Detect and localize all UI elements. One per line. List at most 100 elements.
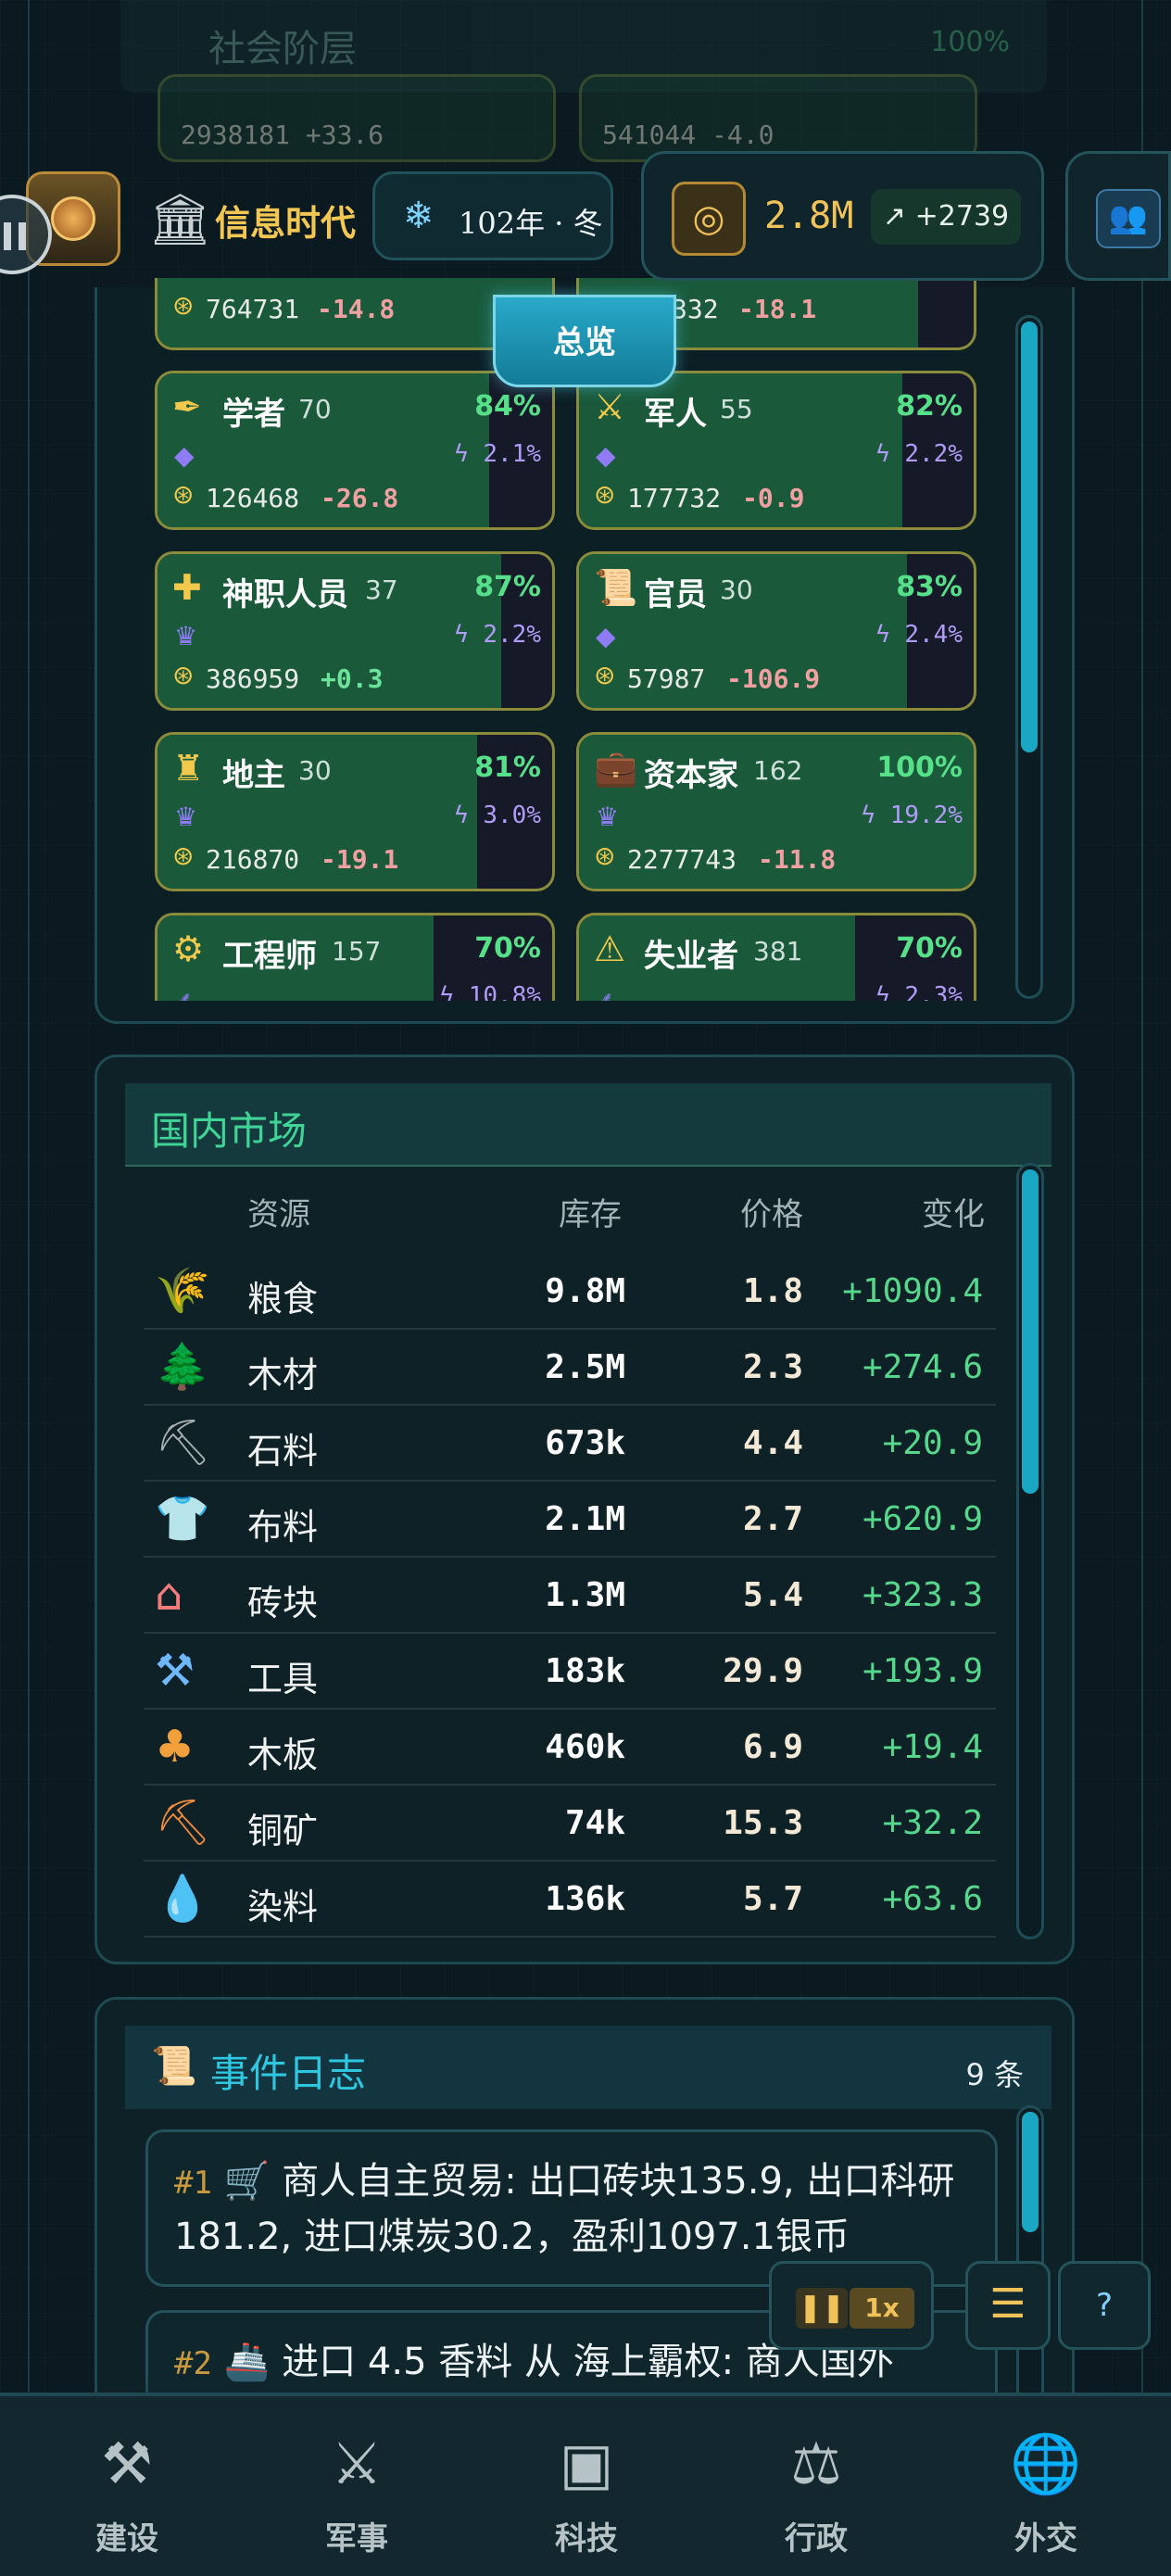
resource-change: +274.6 [862, 1348, 983, 1386]
strata-pop: 30 [298, 755, 332, 786]
era-title[interactable]: 信息时代 [215, 195, 356, 246]
coin-icon: ⊛ [172, 479, 195, 510]
strata-name: 地主 [222, 757, 285, 794]
resource-name: 铜矿 [247, 1811, 319, 1851]
coin-icon: ⊛ [594, 479, 616, 510]
resource-name: 布料 [247, 1507, 319, 1547]
resource-price: 15.3 [723, 1804, 803, 1842]
strata-influence-value: 2.2% [483, 621, 541, 649]
pickaxe-icon: ⛏ [155, 1417, 211, 1469]
resource-stock: 2.5M [545, 1348, 625, 1386]
strata-card[interactable]: ✚ 神职人员 37 87% ♛ ϟ 2.2% ⊛ 386959 +0.3 [155, 551, 555, 711]
market-row[interactable]: ⚒ 工具 183k 29.9 +193.9 [144, 1634, 996, 1710]
resource-change: +63.6 [882, 1880, 983, 1918]
help-icon: ? [1095, 2287, 1114, 2324]
coin-icon: ⊛ [594, 840, 616, 871]
crown-icon: ♛ [596, 802, 620, 832]
resource-price: 4.4 [742, 1424, 803, 1462]
resource-stock: 460k [545, 1728, 625, 1766]
coin-icon: ⊛ [594, 660, 616, 690]
strata-wealth: 57987 [627, 663, 706, 694]
strata-influence: ϟ 3.0% [454, 802, 541, 829]
strata-wealth: 126468 [206, 483, 300, 513]
menu-button[interactable]: ☰ [965, 2261, 1051, 2350]
resource-stock: 1.3M [545, 1576, 625, 1614]
coins-icon: ◎ [672, 182, 746, 256]
strata-influence: ϟ 10.8% [439, 982, 541, 1001]
gem-icon: ◆ [596, 621, 616, 651]
event-log-count: 9 条 [965, 2057, 1024, 2092]
feather-icon: ✒ [172, 386, 202, 427]
col-price: 价格 [740, 1196, 803, 1233]
date-season[interactable]: ❄ 102年 · 冬 [372, 171, 613, 260]
strata-name: 军人 [644, 396, 707, 433]
strata-influence: ϟ 2.1% [454, 440, 541, 468]
market-row[interactable]: ⌂ 砖块 1.3M 5.4 +323.3 [144, 1558, 996, 1634]
treasury-delta-value: +2739 [914, 200, 1010, 233]
gem-icon: ◆ [174, 440, 195, 471]
strata-card[interactable]: ⚙ 工程师 157 70% ⸙ ϟ 10.8% ⊛ [155, 913, 555, 1001]
scrollbar-thumb[interactable] [1021, 322, 1038, 752]
scrollbar-thumb[interactable] [1022, 2112, 1039, 2232]
strata-card[interactable]: ✒ 学者 70 84% ◆ ϟ 2.1% ⊛ 126468 -26.8 [155, 371, 555, 530]
resource-change: +193.9 [862, 1652, 983, 1690]
speed-button[interactable]: 1x [850, 2288, 914, 2329]
strata-pop: 381 [753, 936, 803, 966]
tab-overview[interactable]: 总览 [493, 295, 676, 387]
strata-card[interactable]: 📜 官员 30 83% ◆ ϟ 2.4% ⊛ 57987 -106.9 [576, 551, 976, 711]
nav-item-0[interactable]: ⚒ 建设 [11, 2396, 243, 2576]
museum-icon: 🏛 [148, 190, 212, 248]
strata-influence-value: 2.1% [483, 440, 541, 468]
resource-name: 木材 [247, 1355, 319, 1395]
briefcase-icon: 💼 [594, 748, 638, 789]
help-button[interactable]: ? [1058, 2261, 1151, 2350]
strata-card[interactable]: ⚠ 失业者 381 70% ⸙ ϟ 2.3% ⊛ [576, 913, 976, 1001]
nav-item-1[interactable]: ⚔ 军事 [241, 2396, 472, 2576]
strata-name: 资本家 [644, 757, 738, 794]
market-row[interactable]: 💧 染料 136k 5.7 +63.6 [144, 1862, 996, 1938]
strata-approval: 81% [474, 751, 541, 784]
strata-percent: 100% [930, 26, 1010, 58]
resource-name: 粮食 [247, 1279, 319, 1320]
resource-change: +620.9 [862, 1500, 983, 1538]
tree-icon: 🌲 [155, 1341, 210, 1393]
pause-button[interactable]: ❚❚ [796, 2288, 848, 2329]
tree-round-icon: ♣ [155, 1721, 195, 1773]
resource-price: 2.7 [742, 1500, 803, 1538]
hammer-icon: ⚒ [101, 2430, 153, 2497]
castle-icon: ♜ [172, 748, 205, 789]
strata-wealth-change: -19.1 [321, 844, 399, 875]
market-row[interactable]: 🌾 粮食 9.8M 1.8 +1090.4 [144, 1254, 996, 1330]
strata-scrollbar[interactable] [1015, 315, 1043, 999]
strata-pop: 162 [753, 755, 803, 786]
event-log-header: 📜 事件日志 9 条 [125, 2026, 1051, 2109]
strata-influence-value: 2.2% [904, 440, 963, 468]
strata-card[interactable]: ⚔ 军人 55 82% ◆ ϟ 2.2% ⊛ 177732 -0.9 [576, 371, 976, 530]
strata-card[interactable]: 💼 资本家 162 100% ♛ ϟ 19.2% ⊛ 2277743 -11.8 [576, 732, 976, 891]
market-row[interactable]: 👕 布料 2.1M 2.7 +620.9 [144, 1482, 996, 1558]
market-row[interactable]: ⛏ 石料 673k 4.4 +20.9 [144, 1406, 996, 1482]
market-row[interactable]: ♣ 木板 460k 6.9 +19.4 [144, 1710, 996, 1786]
market-row[interactable]: ⛏ 铜矿 74k 15.3 +32.2 [144, 1786, 996, 1862]
wheat-icon: ⸙ [596, 985, 616, 1001]
resource-name: 工具 [247, 1659, 319, 1699]
log-entry-number: #1 [174, 2165, 212, 2202]
market-row[interactable]: 🌲 木材 2.5M 2.3 +274.6 [144, 1330, 996, 1406]
strata-wealth-change: -26.8 [321, 483, 399, 513]
scrollbar-thumb[interactable] [1022, 1169, 1039, 1494]
resource-stock: 183k [545, 1652, 625, 1690]
nav-item-2[interactable]: ▣ 科技 [471, 2396, 702, 2576]
population-button[interactable]: 👥 [1065, 151, 1171, 281]
speed-control[interactable]: ❚❚ 1x [769, 2261, 934, 2350]
resource-stock: 136k [545, 1880, 625, 1918]
strata-pop: 30 [720, 575, 753, 605]
treasury[interactable]: ◎ 2.8M ↗ +2739 [641, 151, 1044, 281]
nav-item-3[interactable]: ⚖ 行政 [700, 2396, 932, 2576]
market-scrollbar[interactable] [1016, 1163, 1044, 1939]
strata-influence-value: 10.8% [468, 982, 541, 1001]
nav-item-4[interactable]: 🌐 外交 [930, 2396, 1162, 2576]
gear-icon: ⚙ [172, 928, 205, 969]
strata-card[interactable]: ♜ 地主 30 81% ♛ ϟ 3.0% ⊛ 216870 -19.1 [155, 732, 555, 891]
strata-pop: 55 [720, 394, 753, 424]
event-log-title: 事件日志 [210, 2051, 367, 2096]
